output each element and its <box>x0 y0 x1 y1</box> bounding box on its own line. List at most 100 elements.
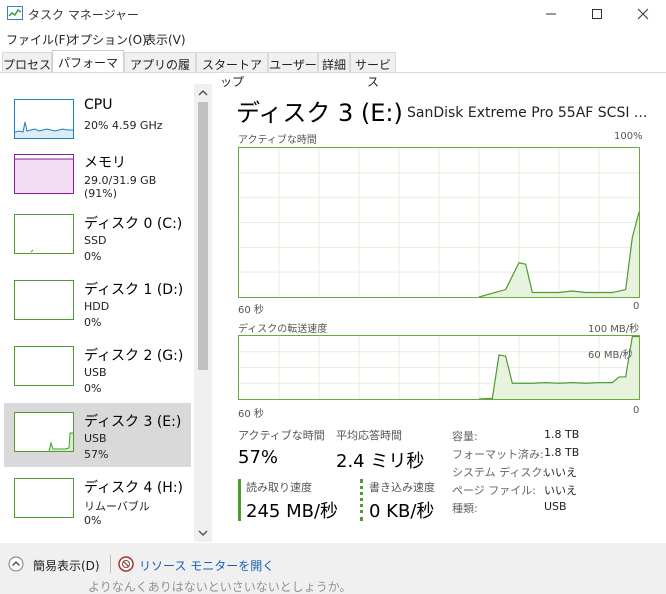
disk1-thumbnail <box>14 280 74 320</box>
sidebar-disk2-title: ディスク 2 (G:) <box>84 348 184 364</box>
sidebar-scrollbar[interactable] <box>194 84 212 542</box>
tab-users[interactable]: ユーザー <box>268 52 318 73</box>
page-file-value: いいえ <box>544 484 577 497</box>
sidebar-disk2-type: USB <box>84 366 107 379</box>
minimize-button[interactable] <box>528 0 574 27</box>
read-speed-indicator <box>238 479 241 521</box>
maximize-button[interactable] <box>574 0 620 27</box>
disk3-thumbnail <box>14 412 74 452</box>
transfer-rate-graph-label: ディスクの転送速度 <box>238 324 328 335</box>
close-icon <box>637 8 649 19</box>
type-value: USB <box>544 500 567 513</box>
active-time-graph-svg <box>239 148 639 297</box>
tab-startup[interactable]: スタートアップ <box>196 52 268 89</box>
sidebar-disk0-title: ディスク 0 (C:) <box>84 216 183 232</box>
active-time-graph-right-time: 0 <box>633 301 640 312</box>
sidebar-memory-title: メモリ <box>84 155 126 171</box>
page-file-label: ページ ファイル: <box>452 484 536 497</box>
sidebar-cpu-usage: 20% 4.59 GHz <box>84 119 163 132</box>
active-time-graph-max: 100% <box>614 131 643 142</box>
menu-view[interactable]: 表示(V) <box>144 31 186 48</box>
sidebar-item-disk1[interactable]: ディスク 1 (D:) HDD 0% <box>4 271 191 335</box>
sidebar-disk3-usage: 57% <box>84 448 109 461</box>
cpu-thumbnail <box>14 99 74 139</box>
formatted-value: 1.8 TB <box>544 446 580 459</box>
active-time-graph-left-time: 60 秒 <box>238 305 264 316</box>
write-speed-indicator <box>360 479 363 521</box>
tab-app-history[interactable]: アプリの履歴 <box>124 52 196 89</box>
transfer-rate-graph-mid: 60 MB/秒 <box>588 350 633 361</box>
active-time-graph-label: アクティブな時間 <box>238 135 317 146</box>
close-button[interactable] <box>620 0 666 27</box>
disk4-thumbnail <box>14 478 74 518</box>
tab-services[interactable]: サービス <box>350 52 396 89</box>
sidebar-disk4-type: リムーバブル <box>84 500 150 513</box>
type-label: 種類: <box>452 502 478 515</box>
avg-response-time-label: 平均応答時間 <box>336 429 402 442</box>
transfer-rate-graph <box>238 335 640 400</box>
sidebar-item-cpu[interactable]: CPU 20% 4.59 GHz <box>4 87 191 151</box>
collapse-icon[interactable] <box>8 556 24 572</box>
sidebar-cpu-title: CPU <box>84 97 113 113</box>
write-speed-value: 0 KB/秒 <box>369 501 435 522</box>
task-manager-icon <box>7 6 23 20</box>
active-time-graph <box>238 147 640 298</box>
tab-bar: プロセス パフォーマンス アプリの履歴 スタートアップ ユーザー 詳細 サービス <box>0 50 666 89</box>
avg-response-time-value: 2.4 ミリ秒 <box>336 451 425 472</box>
sidebar-memory-usage: 29.0/31.9 GB (91%) <box>84 174 157 200</box>
sidebar-item-disk3[interactable]: ディスク 3 (E:) USB 57% <box>4 403 191 467</box>
capacity-value: 1.8 TB <box>544 428 580 441</box>
scroll-up-icon[interactable] <box>198 88 208 98</box>
tab-performance[interactable]: パフォーマンス <box>52 50 124 87</box>
page-title: ディスク 3 (E:) <box>236 99 403 127</box>
transfer-rate-graph-svg <box>239 336 639 399</box>
open-resource-monitor-link[interactable]: リソース モニターを開く <box>139 557 274 574</box>
resource-sidebar: CPU 20% 4.59 GHz メモリ 29.0/31.9 GB (91%) … <box>0 73 212 543</box>
sidebar-disk4-usage: 0% <box>84 514 102 527</box>
scrollbar-thumb[interactable] <box>198 102 208 370</box>
read-speed-label: 読み取り速度 <box>246 481 312 494</box>
disk-detail-panel: ディスク 3 (E:) SanDisk Extreme Pro 55AF SCS… <box>212 73 666 543</box>
sidebar-item-memory[interactable]: メモリ 29.0/31.9 GB (91%) <box>4 146 191 210</box>
transfer-rate-graph-right-time: 0 <box>633 405 640 416</box>
formatted-label: フォーマット済み: <box>452 448 544 461</box>
maximize-icon <box>592 8 602 19</box>
write-speed-label: 書き込み速度 <box>369 481 435 494</box>
system-disk-label: システム ディスク: <box>452 466 547 479</box>
active-time-label: アクティブな時間 <box>238 429 325 442</box>
sidebar-disk0-type: SSD <box>84 234 107 247</box>
transfer-rate-graph-left-time: 60 秒 <box>238 409 264 420</box>
sidebar-disk2-usage: 0% <box>84 382 102 395</box>
menu-bar: ファイル(F) オプション(O) 表示(V) <box>0 27 666 49</box>
transfer-rate-graph-max: 100 MB/秒 <box>588 324 640 335</box>
minimize-icon <box>546 13 556 14</box>
sidebar-item-disk0[interactable]: ディスク 0 (C:) SSD 0% <box>4 205 191 269</box>
active-time-value: 57% <box>238 447 279 468</box>
system-disk-value: いいえ <box>544 466 577 479</box>
sidebar-item-disk2[interactable]: ディスク 2 (G:) USB 0% <box>4 337 191 401</box>
tab-processes[interactable]: プロセス <box>2 52 52 73</box>
sidebar-disk3-type: USB <box>84 432 107 445</box>
background-window-text: よりなんくありはないといさいないとしょうか。 <box>88 580 352 594</box>
scroll-down-icon[interactable] <box>198 528 208 538</box>
sidebar-disk1-type: HDD <box>84 300 110 313</box>
menu-file[interactable]: ファイル(F) <box>6 31 70 48</box>
sidebar-disk3-title: ディスク 3 (E:) <box>84 414 182 430</box>
sidebar-disk0-usage: 0% <box>84 250 102 263</box>
resource-monitor-icon[interactable] <box>118 556 134 572</box>
window-title: タスク マネージャー <box>28 8 139 22</box>
memory-thumbnail <box>14 154 74 194</box>
menu-options[interactable]: オプション(O) <box>68 31 147 48</box>
sidebar-disk4-title: ディスク 4 (H:) <box>84 480 183 496</box>
read-speed-value: 245 MB/秒 <box>246 501 339 522</box>
fewer-details-button[interactable]: 簡易表示(D) <box>33 557 100 574</box>
tab-details[interactable]: 詳細 <box>318 52 350 73</box>
disk0-thumbnail <box>14 214 74 254</box>
sidebar-disk1-usage: 0% <box>84 316 102 329</box>
footer-separator <box>110 555 111 573</box>
disk-model-name: SanDisk Extreme Pro 55AF SCSI ... <box>407 105 648 121</box>
sidebar-disk1-title: ディスク 1 (D:) <box>84 282 184 298</box>
disk2-thumbnail <box>14 346 74 386</box>
sidebar-item-disk4[interactable]: ディスク 4 (H:) リムーバブル 0% <box>4 469 191 533</box>
capacity-label: 容量: <box>452 430 478 443</box>
